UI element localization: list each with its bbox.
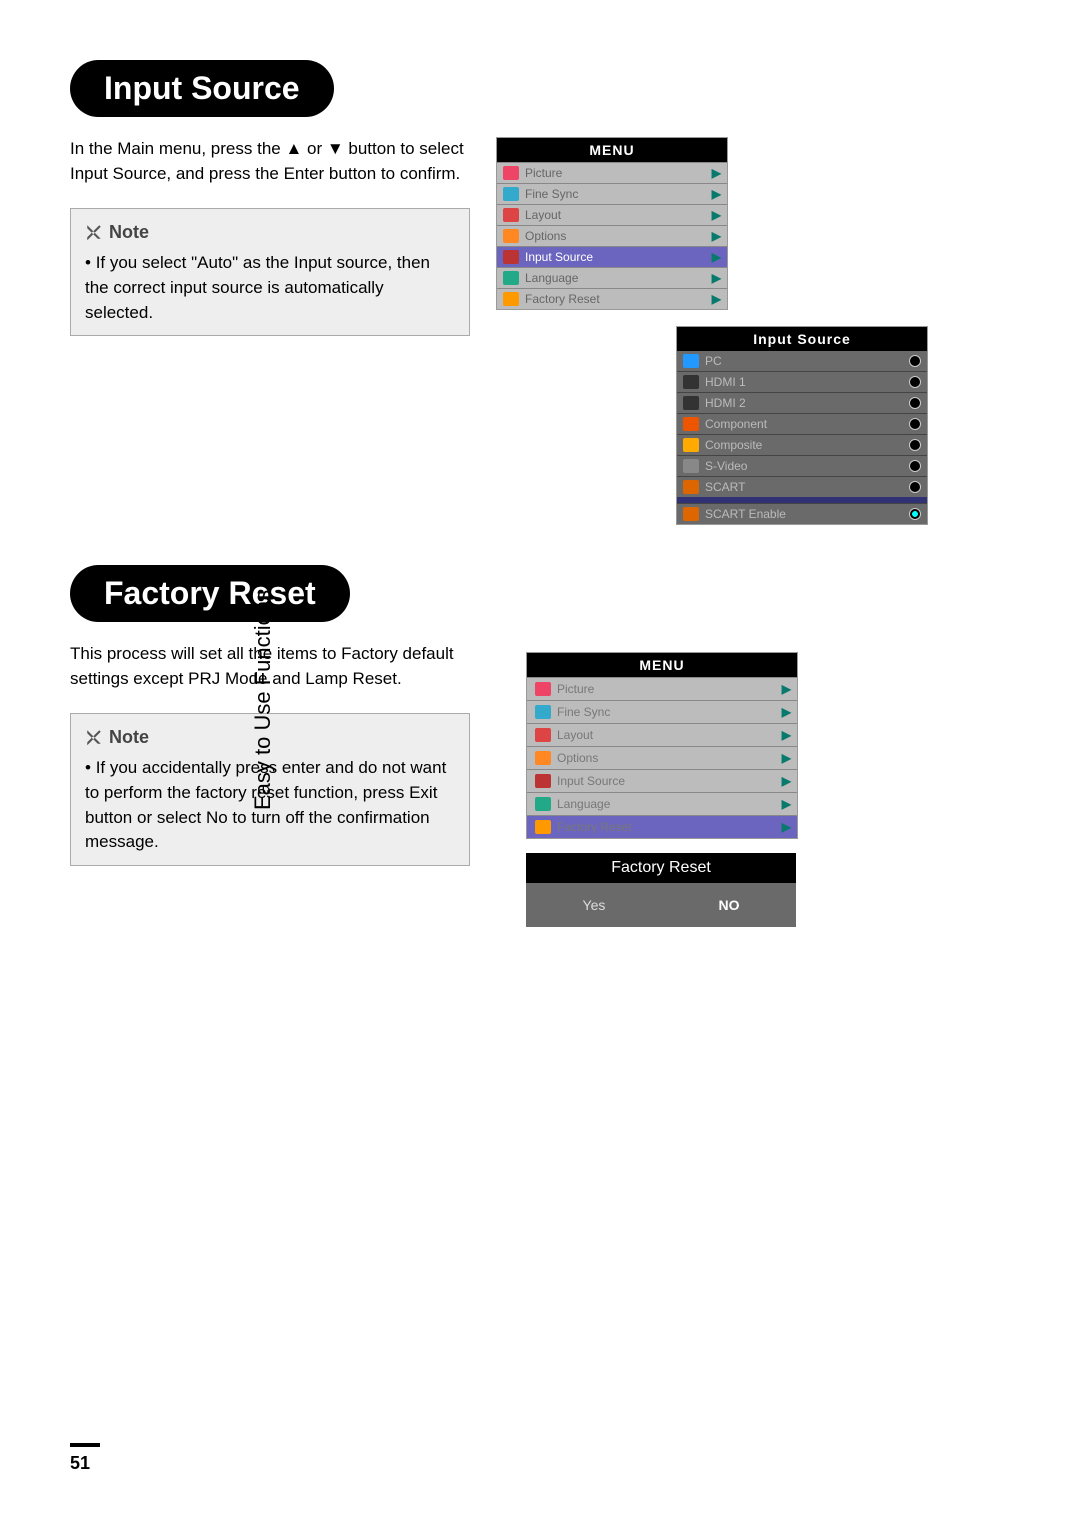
note-icon bbox=[85, 223, 103, 241]
chevron-right-icon: ▶ bbox=[782, 820, 791, 834]
inputsource-icon bbox=[503, 250, 519, 264]
input-item-pc[interactable]: PC bbox=[677, 351, 927, 371]
layout-icon bbox=[535, 728, 551, 742]
note-box-input-source: Note • If you select "Auto" as the Input… bbox=[70, 208, 470, 336]
chevron-right-icon: ▶ bbox=[782, 797, 791, 811]
chevron-right-icon: ▶ bbox=[712, 166, 721, 180]
menu-title: MENU bbox=[527, 653, 797, 677]
options-icon bbox=[535, 751, 551, 765]
scart-enable-icon bbox=[683, 507, 699, 521]
radio-icon bbox=[909, 439, 921, 451]
input-item-component[interactable]: Component bbox=[677, 413, 927, 434]
input-panel-title: Input Source bbox=[677, 327, 927, 351]
page-number: 51 bbox=[70, 1443, 100, 1474]
menu-item-inputsource[interactable]: Input Source▶ bbox=[497, 246, 727, 267]
menu-panel-main-1: MENU Picture▶ Fine Sync▶ Layout▶ Options… bbox=[496, 137, 728, 310]
input-item-svideo[interactable]: S-Video bbox=[677, 455, 927, 476]
pc-icon bbox=[683, 354, 699, 368]
picture-icon bbox=[535, 682, 551, 696]
radio-icon bbox=[909, 418, 921, 430]
input-item-scart[interactable]: SCART bbox=[677, 476, 927, 497]
finesync-icon bbox=[535, 705, 551, 719]
inputsource-icon bbox=[535, 774, 551, 788]
input-item-hdmi2[interactable]: HDMI 2 bbox=[677, 392, 927, 413]
menu-item-finesync[interactable]: Fine Sync▶ bbox=[497, 183, 727, 204]
factory-reset-dialog: Factory Reset Yes NO bbox=[526, 853, 796, 927]
menu-title: MENU bbox=[497, 138, 727, 162]
finesync-icon bbox=[503, 187, 519, 201]
menu-item-factoryreset[interactable]: Factory Reset▶ bbox=[527, 815, 797, 838]
chevron-right-icon: ▶ bbox=[712, 187, 721, 201]
input-item-composite[interactable]: Composite bbox=[677, 434, 927, 455]
menu-item-options[interactable]: Options▶ bbox=[527, 746, 797, 769]
menu-item-language[interactable]: Language▶ bbox=[527, 792, 797, 815]
menu-item-finesync[interactable]: Fine Sync▶ bbox=[527, 700, 797, 723]
menu-item-layout[interactable]: Layout▶ bbox=[527, 723, 797, 746]
language-icon bbox=[503, 271, 519, 285]
section-heading-input-source: Input Source bbox=[70, 60, 334, 117]
menu-item-picture[interactable]: Picture▶ bbox=[497, 162, 727, 183]
layout-icon bbox=[503, 208, 519, 222]
composite-icon bbox=[683, 438, 699, 452]
factory-reset-yes-button[interactable]: Yes bbox=[583, 897, 606, 913]
input-item-scartenable[interactable]: SCART Enable bbox=[677, 503, 927, 524]
chevron-right-icon: ▶ bbox=[782, 751, 791, 765]
chevron-right-icon: ▶ bbox=[712, 229, 721, 243]
menu-item-factoryreset[interactable]: Factory Reset▶ bbox=[497, 288, 727, 309]
svideo-icon bbox=[683, 459, 699, 473]
menu-panel-main-2: MENU Picture▶ Fine Sync▶ Layout▶ Options… bbox=[526, 652, 798, 839]
chevron-right-icon: ▶ bbox=[712, 271, 721, 285]
scart-icon bbox=[683, 480, 699, 494]
hdmi-icon bbox=[683, 375, 699, 389]
menu-item-layout[interactable]: Layout▶ bbox=[497, 204, 727, 225]
chevron-right-icon: ▶ bbox=[712, 208, 721, 222]
radio-icon bbox=[909, 397, 921, 409]
radio-icon bbox=[909, 508, 921, 520]
menu-item-language[interactable]: Language▶ bbox=[497, 267, 727, 288]
factory-reset-dialog-title: Factory Reset bbox=[526, 853, 796, 883]
radio-icon bbox=[909, 481, 921, 493]
intro-text-input-source: In the Main menu, press the ▲ or ▼ butto… bbox=[70, 137, 470, 186]
component-icon bbox=[683, 417, 699, 431]
options-icon bbox=[503, 229, 519, 243]
radio-icon bbox=[909, 376, 921, 388]
radio-icon bbox=[909, 355, 921, 367]
chevron-right-icon: ▶ bbox=[782, 682, 791, 696]
factoryreset-icon bbox=[535, 820, 551, 834]
chevron-right-icon: ▶ bbox=[782, 774, 791, 788]
radio-icon bbox=[909, 460, 921, 472]
picture-icon bbox=[503, 166, 519, 180]
chevron-right-icon: ▶ bbox=[712, 250, 721, 264]
input-source-panel: Input Source PC HDMI 1 HDMI 2 Component … bbox=[676, 326, 928, 525]
language-icon bbox=[535, 797, 551, 811]
chevron-right-icon: ▶ bbox=[782, 705, 791, 719]
menu-item-inputsource[interactable]: Input Source▶ bbox=[527, 769, 797, 792]
menu-item-options[interactable]: Options▶ bbox=[497, 225, 727, 246]
note-title: Note bbox=[109, 219, 149, 245]
chevron-right-icon: ▶ bbox=[712, 292, 721, 306]
hdmi-icon bbox=[683, 396, 699, 410]
note-body: • If you select "Auto" as the Input sour… bbox=[85, 251, 455, 325]
chevron-right-icon: ▶ bbox=[782, 728, 791, 742]
input-item-hdmi1[interactable]: HDMI 1 bbox=[677, 371, 927, 392]
factoryreset-icon bbox=[503, 292, 519, 306]
factory-reset-no-button[interactable]: NO bbox=[718, 897, 739, 913]
side-tab-label: Easy to Use Functions bbox=[30, 590, 276, 810]
menu-item-picture[interactable]: Picture▶ bbox=[527, 677, 797, 700]
